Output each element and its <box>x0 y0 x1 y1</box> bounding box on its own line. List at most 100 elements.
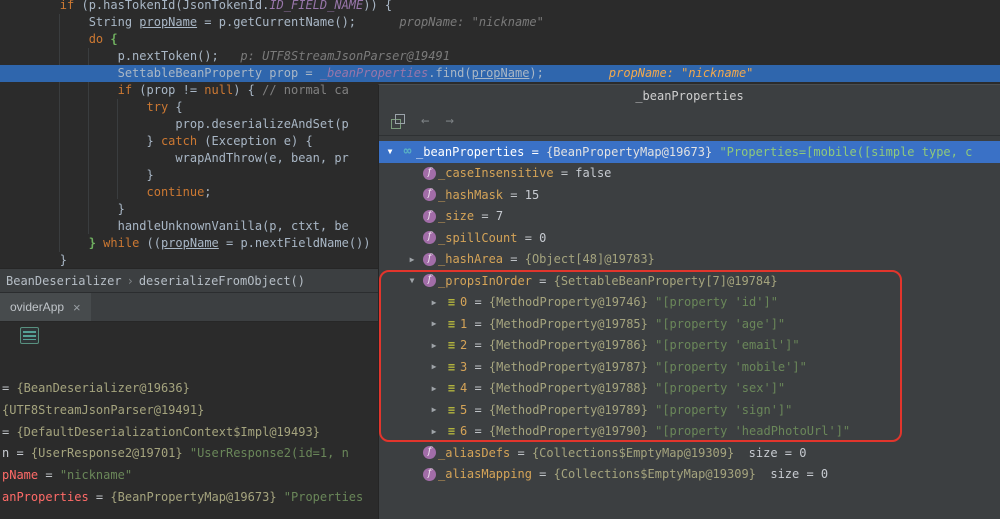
tab-providerapp[interactable]: oviderApp × <box>0 293 91 321</box>
text-segment: = <box>503 252 525 267</box>
text-segment <box>2 100 147 114</box>
variable-row[interactable]: f _spillCount = 0 <box>379 227 1000 249</box>
text-segment: _size <box>438 209 475 224</box>
text-segment: _aliasMapping <box>438 467 532 482</box>
chevron-right-icon[interactable]: ▶ <box>425 384 443 393</box>
text-segment: propName: "nickname" <box>543 66 754 80</box>
text-segment: (p.hasTokenId(JsonTokenId. <box>74 0 270 12</box>
chevron-right-icon[interactable]: ▶ <box>403 255 421 264</box>
code-line[interactable]: SettableBeanProperty prop = _beanPropert… <box>2 65 1000 82</box>
variable-row[interactable]: ▶ ≡ 6 = {MethodProperty@19790} "[property … <box>379 421 1000 443</box>
text-segment: "[property 'age']" <box>655 316 786 331</box>
variable-row[interactable]: ▶ f _hashArea = {Object[48]@19783} <box>379 249 1000 271</box>
text-segment: "[property 'headPhotoUrl']" <box>655 424 851 439</box>
code-line[interactable]: do { <box>2 31 1000 48</box>
text-segment: } <box>2 253 68 267</box>
variable-row[interactable]: {UTF8StreamJsonParser@19491} <box>2 400 376 422</box>
text-segment: "UserResponse2(id=1, n <box>189 446 349 461</box>
text-segment: "[property 'id']" <box>655 295 778 310</box>
code-line[interactable]: if (p.hasTokenId(JsonTokenId.ID_FIELD_NA… <box>2 0 1000 14</box>
text-segment: = <box>2 381 17 395</box>
variable-row[interactable]: ▶ ≡ 3 = {MethodProperty@19787} "[property … <box>379 356 1000 378</box>
text-segment: "[property 'sign']" <box>655 402 793 417</box>
forward-icon[interactable]: → <box>445 113 453 129</box>
text-segment: {DefaultDeserializationContext$Impl@1949… <box>16 424 320 439</box>
field-icon: f <box>421 467 438 481</box>
text-segment: "Properties=[mobile([simple type, c <box>719 144 973 159</box>
variable-row[interactable]: = {BeanDeserializer@19636} <box>2 378 376 400</box>
text-segment: (Exception e) { <box>197 134 313 148</box>
list-view-icon[interactable] <box>20 327 39 344</box>
text-segment: = <box>467 359 489 374</box>
back-icon[interactable]: ← <box>421 113 429 129</box>
chevron-down-icon[interactable]: ▼ <box>381 147 399 156</box>
text-segment: = <box>2 424 17 439</box>
text-segment: = <box>510 445 532 460</box>
text-segment: } <box>88 236 96 250</box>
text-segment: _hashArea <box>438 252 504 267</box>
code-line[interactable]: p.nextToken(); p: UTF8StreamJsonParser@1… <box>2 48 1000 65</box>
text-segment: 5 <box>460 402 468 417</box>
watch-row-selected[interactable]: ▼ ∞ _beanProperties = {BeanPropertyMap@196… <box>379 141 1000 163</box>
breadcrumb-separator-icon: › <box>126 274 134 288</box>
variable-row[interactable]: anProperties = {BeanPropertyMap@19673} "… <box>2 487 376 509</box>
variable-row[interactable]: n = {UserResponse2@19701} "UserResponse2… <box>2 443 376 465</box>
text-segment: {BeanPropertyMap@19673} <box>546 144 720 159</box>
text-segment: 6 <box>460 424 468 439</box>
variable-row[interactable]: f _size = 7 <box>379 206 1000 228</box>
text-segment: (( <box>139 236 161 250</box>
variable-row[interactable]: f _caseInsensitive = false <box>379 163 1000 185</box>
variable-row[interactable]: f _hashMask = 15 <box>379 184 1000 206</box>
text-segment: wrapAndThrow(e, bean, pr <box>2 151 349 165</box>
variable-row[interactable]: ▶ ≡ 1 = {MethodProperty@19785} "[property … <box>379 313 1000 335</box>
variable-row[interactable]: = {DefaultDeserializationContext$Impl@19… <box>2 422 376 444</box>
variable-row[interactable]: f _aliasDefs = {Collections$EmptyMap@1930… <box>379 442 1000 464</box>
text-segment: 2 <box>460 338 468 353</box>
text-segment: {MethodProperty@19786} <box>488 338 656 353</box>
text-segment <box>2 185 147 199</box>
text-segment: 1 <box>460 316 468 331</box>
array-element-icon: ≡ <box>447 338 456 353</box>
text-segment: _aliasDefs <box>438 445 511 460</box>
text-segment: 0 <box>539 230 547 245</box>
text-segment: = <box>517 230 540 245</box>
text-segment: (prop != <box>132 83 205 97</box>
variable-row[interactable]: ▶ ≡ 0 = {MethodProperty@19746} "[property … <box>379 292 1000 314</box>
tab-label: oviderApp <box>10 300 65 314</box>
array-element-icon: ≡ <box>447 295 456 310</box>
text-segment: p: UTF8StreamJsonParser@19491 <box>218 49 450 63</box>
chevron-right-icon[interactable]: ▶ <box>425 298 443 307</box>
ide-debugger-screen: { "colors": { "editor_bg": "#2B2B2B", "p… <box>0 0 1000 519</box>
chevron-right-icon[interactable]: ▶ <box>425 319 443 328</box>
text-segment: if <box>117 83 133 97</box>
text-segment: = <box>531 273 554 288</box>
chevron-right-icon[interactable]: ▶ <box>425 341 443 350</box>
breadcrumb-item-class[interactable]: BeanDeserializer <box>6 274 122 288</box>
show-watches-icon[interactable] <box>389 113 405 129</box>
variable-row[interactable]: pName = "nickname" <box>2 465 376 487</box>
watches-panel-title: _beanProperties <box>635 89 744 103</box>
variable-row[interactable]: ▶ ≡ 5 = {MethodProperty@19789} "[property … <box>379 399 1000 421</box>
text-segment: = <box>467 316 489 331</box>
chevron-right-icon[interactable]: ▶ <box>425 405 443 414</box>
breadcrumb-item-method[interactable]: deserializeFromObject() <box>139 274 305 288</box>
close-icon[interactable]: × <box>73 300 81 315</box>
tool-window-tabs: oviderApp × <box>0 292 378 322</box>
variable-row[interactable]: f _aliasMapping = {Collections$EmptyMap@1… <box>379 464 1000 486</box>
text-segment: {BeanPropertyMap@19673} <box>110 489 284 504</box>
text-segment: anProperties <box>2 489 89 504</box>
variable-row[interactable]: ▼ f _propsInOrder = {SettableBeanProperty[… <box>379 270 1000 292</box>
variable-row[interactable]: ▶ ≡ 4 = {MethodProperty@19788} "[property … <box>379 378 1000 400</box>
variable-row[interactable]: ▶ ≡ 2 = {MethodProperty@19786} "[property … <box>379 335 1000 357</box>
code-line[interactable]: String propName = p.getCurrentName(); pr… <box>2 14 1000 31</box>
text-segment: = <box>503 187 525 202</box>
text-segment: "[property 'sex']" <box>655 381 786 396</box>
chevron-down-icon[interactable]: ▼ <box>403 276 421 285</box>
text-segment: pName <box>2 468 39 483</box>
text-segment: { <box>168 100 183 114</box>
field-icon: f <box>421 188 438 202</box>
chevron-right-icon[interactable]: ▶ <box>425 427 443 436</box>
text-segment: null <box>204 83 234 97</box>
chevron-right-icon[interactable]: ▶ <box>425 362 443 371</box>
array-element-icon: ≡ <box>447 402 456 417</box>
